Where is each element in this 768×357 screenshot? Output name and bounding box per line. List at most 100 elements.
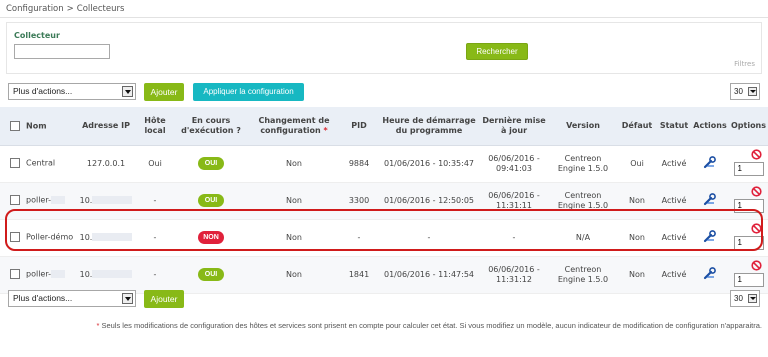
cell-version: Centreon Engine 1.5.0 <box>549 145 617 183</box>
version-line-1: Centreon <box>564 264 602 274</box>
edit-icon[interactable] <box>703 193 717 208</box>
cell-pid: 1841 <box>339 256 379 294</box>
last-update-date: 06/06/2016 - <box>488 190 540 200</box>
search-button[interactable]: Rechercher <box>466 43 528 60</box>
cell-actions <box>691 182 729 220</box>
cell-actions <box>691 219 729 257</box>
cell-default: Oui <box>617 145 657 183</box>
collector-filter-input[interactable] <box>14 44 110 59</box>
row-checkbox[interactable] <box>10 269 20 280</box>
duplicate-count-input[interactable] <box>733 161 764 176</box>
add-button[interactable]: Ajouter <box>144 83 184 101</box>
duplicate-count-input[interactable] <box>733 272 764 287</box>
redacted-text <box>51 196 66 205</box>
required-marker: * <box>323 125 328 135</box>
options-group <box>733 259 764 289</box>
cell-ip: 127.0.0.1 <box>75 145 137 183</box>
toolbar-top: Plus d'actions... Ajouter Appliquer la c… <box>8 83 760 101</box>
table-row[interactable]: poller- 10. - OUI Non 3300 01/06/2016 - 12:50:… <box>0 182 768 220</box>
page-limit-select[interactable]: 30 <box>730 83 760 100</box>
filters-link[interactable]: Filtres <box>734 60 755 68</box>
cell-name[interactable]: Poller-démo <box>0 219 75 257</box>
ip-value: 127.0.0.1 <box>86 158 126 168</box>
ban-icon[interactable] <box>750 148 762 160</box>
duplicate-count-input[interactable] <box>733 198 764 213</box>
version-line-2: Engine 1.5.0 <box>557 163 609 173</box>
running-badge: NON <box>198 231 224 244</box>
running-badge: OUI <box>198 268 224 281</box>
breadcrumb: Configuration > Collecteurs <box>6 4 124 14</box>
chevron-down-icon <box>122 86 133 97</box>
poller-name[interactable]: poller- <box>26 270 51 279</box>
edit-icon[interactable] <box>703 230 717 245</box>
column-header-status: Statut <box>657 107 691 146</box>
more-actions-select[interactable]: Plus d'actions... <box>8 83 136 100</box>
cell-localhost: Oui <box>137 145 173 183</box>
cell-running: OUI <box>173 145 249 183</box>
last-update-date: 06/06/2016 - <box>488 153 540 163</box>
edit-icon[interactable] <box>703 156 717 171</box>
version-line-1: Centreon <box>564 153 602 163</box>
column-header-options: Options <box>729 107 768 146</box>
cell-last-update: 06/06/2016 -11:31:11 <box>479 182 549 220</box>
cell-running: NON <box>173 219 249 257</box>
table-row[interactable]: poller- 10. - OUI Non 1841 01/06/2016 - 11:47:… <box>0 256 768 294</box>
cell-status: Activé <box>657 182 691 220</box>
add-button-bottom[interactable]: Ajouter <box>144 290 184 308</box>
cell-name[interactable]: poller- <box>0 182 75 220</box>
redacted-text <box>92 233 133 241</box>
cell-start-time: 01/06/2016 - 12:50:05 <box>379 182 479 220</box>
version-line-1: Centreon <box>564 190 602 200</box>
cell-localhost: - <box>137 182 173 220</box>
column-header-last-update: Dernière mise à jour <box>479 107 549 146</box>
more-actions-select-bottom[interactable]: Plus d'actions... <box>8 290 136 307</box>
cell-last-update: 06/06/2016 -11:31:12 <box>479 256 549 294</box>
select-all-checkbox[interactable] <box>10 120 20 131</box>
cell-ip: 10. <box>75 256 137 294</box>
version-line-2: Engine 1.5.0 <box>557 274 609 284</box>
cell-running: OUI <box>173 256 249 294</box>
version-line-2: Engine 1.5.0 <box>557 200 609 210</box>
cell-name[interactable]: Central <box>0 145 75 183</box>
page-limit-select-bottom[interactable]: 30 <box>730 290 760 307</box>
column-header-localhost: Hôte local <box>137 107 173 146</box>
row-checkbox[interactable] <box>10 195 20 206</box>
toolbar-bottom: Plus d'actions... Ajouter 30 <box>8 290 760 308</box>
poller-name[interactable]: Central <box>26 159 55 168</box>
options-group <box>733 222 764 252</box>
ban-icon[interactable] <box>750 259 762 271</box>
edit-icon[interactable] <box>703 267 717 282</box>
cell-last-update: - <box>479 219 549 257</box>
cell-config-change: Non <box>249 145 339 183</box>
column-header-version: Version <box>549 107 617 146</box>
column-label: Changement de configuration <box>258 115 330 135</box>
cell-start-time: 01/06/2016 - 11:47:54 <box>379 256 479 294</box>
ban-icon[interactable] <box>750 222 762 234</box>
poller-name[interactable]: Poller-démo <box>26 233 73 242</box>
footnote-text: Seuls les modifications de configuration… <box>99 321 762 330</box>
cell-ip: 10. <box>75 182 137 220</box>
table-row[interactable]: Central 127.0.0.1 Oui OUI Non 9884 01/06/2016 … <box>0 145 768 183</box>
breadcrumb-parent[interactable]: Configuration <box>6 4 64 14</box>
duplicate-count-input[interactable] <box>733 235 764 250</box>
poller-name[interactable]: poller- <box>26 196 51 205</box>
running-badge: OUI <box>198 194 224 207</box>
page-limit-value: 30 <box>734 87 743 96</box>
column-header-name[interactable]: Nom <box>0 107 75 146</box>
breadcrumb-separator: > <box>66 4 74 14</box>
column-label: Nom <box>26 121 47 130</box>
column-header-ip: Adresse IP <box>75 107 137 146</box>
ban-icon[interactable] <box>750 185 762 197</box>
row-checkbox[interactable] <box>10 232 20 243</box>
cell-version: Centreon Engine 1.5.0 <box>549 256 617 294</box>
last-update-date: - <box>512 232 516 242</box>
column-header-actions: Actions <box>691 107 729 146</box>
divider <box>0 17 768 18</box>
row-checkbox[interactable] <box>10 158 20 169</box>
cell-name[interactable]: poller- <box>0 256 75 294</box>
cell-options <box>729 145 768 183</box>
apply-configuration-button[interactable]: Appliquer la configuration <box>193 83 304 101</box>
chevron-down-icon <box>748 87 757 96</box>
table-row[interactable]: Poller-démo 10. - NON Non - - - N/A Non Activé <box>0 219 768 257</box>
column-header-pid: PID <box>339 107 379 146</box>
